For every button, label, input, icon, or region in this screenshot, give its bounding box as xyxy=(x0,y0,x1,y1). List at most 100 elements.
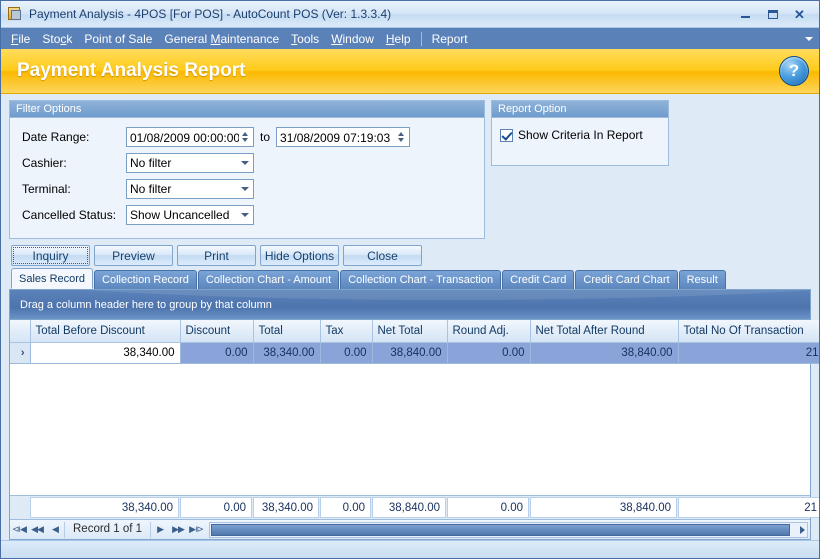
column-header-tax[interactable]: Tax xyxy=(320,320,373,343)
tab-sales-record[interactable]: Sales Record xyxy=(11,268,94,289)
menu-separator xyxy=(420,31,422,46)
column-header-total-no-of-transaction[interactable]: Total No Of Transaction xyxy=(678,320,819,343)
show-criteria-row[interactable]: Show Criteria In Report xyxy=(492,118,668,142)
column-header-round-adj[interactable]: Round Adj. xyxy=(447,320,531,343)
table-cell[interactable]: 21 xyxy=(678,342,819,364)
column-header-total-before-discount[interactable]: Total Before Discount xyxy=(30,320,181,343)
tab-credit-card[interactable]: Credit Card xyxy=(502,270,575,289)
close-report-button[interactable]: Close xyxy=(343,245,422,266)
window-title: Payment Analysis - 4POS [For POS] - Auto… xyxy=(29,7,392,21)
terminal-select[interactable]: No filter xyxy=(126,178,254,199)
application-window: Payment Analysis - 4POS [For POS] - Auto… xyxy=(0,0,820,559)
menu-item-report[interactable]: Report xyxy=(426,30,474,48)
cancelled-status-label: Cancelled Status: xyxy=(22,207,117,222)
tab-collection-record[interactable]: Collection Record xyxy=(94,270,197,289)
horizontal-scrollbar[interactable] xyxy=(209,521,808,538)
chevron-down-icon[interactable] xyxy=(237,206,253,224)
spinner-down-icon[interactable] xyxy=(398,137,405,142)
chevron-down-icon[interactable] xyxy=(805,36,813,41)
summary-cell: 0.00 xyxy=(447,497,529,518)
data-grid: Drag a column header here to group by th… xyxy=(9,289,819,540)
spinner-up-icon[interactable] xyxy=(242,131,248,136)
group-by-panel[interactable]: Drag a column header here to group by th… xyxy=(10,290,810,320)
previous-page-button[interactable]: ◀◀ xyxy=(28,521,46,539)
menu-item-help[interactable]: Help xyxy=(380,30,417,48)
next-record-button[interactable]: ▶ xyxy=(151,521,169,539)
minimize-button[interactable] xyxy=(732,4,759,25)
column-header-discount[interactable]: Discount xyxy=(180,320,254,343)
menu-bar: File Stock Point of Sale General Mainten… xyxy=(1,28,819,49)
table-row[interactable]: › 38,340.00 0.00 38,340.00 0.00 38,840.00 0.00… xyxy=(10,342,819,364)
table-cell[interactable]: 0.00 xyxy=(180,342,254,364)
cancelled-status-select[interactable]: Show Uncancelled xyxy=(126,204,254,225)
summary-cell: 0.00 xyxy=(320,497,371,518)
scrollbar-thumb[interactable] xyxy=(211,523,790,536)
cashier-value: No filter xyxy=(130,155,172,170)
table-cell[interactable]: 38,840.00 xyxy=(372,342,448,364)
tab-collection-chart-amount[interactable]: Collection Chart - Amount xyxy=(197,270,340,289)
date-to-input[interactable]: 31/08/2009 07:19:03 xyxy=(276,126,411,147)
grid-body: › 38,340.00 0.00 38,340.00 0.00 38,840.00 0.00… xyxy=(10,342,819,364)
column-header-total[interactable]: Total xyxy=(253,320,321,343)
close-button[interactable]: ✕ xyxy=(786,4,813,25)
menu-item-window[interactable]: Window xyxy=(325,30,380,48)
status-bar xyxy=(1,540,819,558)
title-bar: Payment Analysis - 4POS [For POS] - Auto… xyxy=(1,1,819,28)
table-cell[interactable]: 0.00 xyxy=(447,342,531,364)
date-range-row: Date Range: 01/08/2009 00:00:00 to 31/08… xyxy=(22,126,476,147)
cancelled-status-value: Show Uncancelled xyxy=(130,207,230,222)
tab-credit-card-chart[interactable]: Credit Card Chart xyxy=(575,270,678,289)
next-page-button[interactable]: ▶▶ xyxy=(169,521,187,539)
menu-item-point-of-sale[interactable]: Point of Sale xyxy=(78,30,158,48)
grid-empty-space xyxy=(10,363,810,495)
action-button-row: Inquiry Preview Print Hide Options Close xyxy=(11,245,811,266)
hide-options-button[interactable]: Hide Options xyxy=(260,245,339,266)
application-icon xyxy=(7,6,23,22)
menu-item-tools[interactable]: Tools xyxy=(285,30,325,48)
column-header-net-total[interactable]: Net Total xyxy=(372,320,448,343)
summary-cell: 38,340.00 xyxy=(30,497,179,518)
record-navigator: ⧏◀ ◀◀ ◀ Record 1 of 1 ▶ ▶▶ ▶⧐ xyxy=(10,519,810,539)
menu-item-stock[interactable]: Stock xyxy=(36,30,78,48)
first-record-button[interactable]: ⧏◀ xyxy=(10,521,28,539)
table-cell[interactable]: 38,340.00 xyxy=(253,342,321,364)
row-indicator-icon: › xyxy=(10,342,31,364)
show-criteria-checkbox[interactable] xyxy=(500,128,513,142)
table-cell[interactable]: 38,340.00 xyxy=(30,342,181,364)
row-indicator-header xyxy=(10,320,31,343)
chevron-down-icon[interactable] xyxy=(237,154,253,172)
last-record-button[interactable]: ▶⧐ xyxy=(187,521,205,539)
date-from-input[interactable]: 01/08/2009 00:00:00 xyxy=(126,126,254,147)
tab-strip: Sales Record Collection Record Collectio… xyxy=(11,268,811,289)
scroll-right-icon[interactable] xyxy=(800,525,805,534)
tab-result[interactable]: Result xyxy=(678,270,726,289)
date-from-spinner[interactable] xyxy=(239,128,253,146)
cashier-row: Cashier: No filter xyxy=(22,152,476,173)
menu-item-file[interactable]: File xyxy=(5,30,36,48)
summary-cell: 38,840.00 xyxy=(530,497,677,518)
print-button[interactable]: Print xyxy=(177,245,256,266)
cashier-select[interactable]: No filter xyxy=(126,152,254,173)
spinner-up-icon[interactable] xyxy=(398,131,405,136)
date-to-spinner[interactable] xyxy=(395,128,409,146)
chevron-down-icon[interactable] xyxy=(237,180,253,198)
date-range-to-label: to xyxy=(260,129,271,144)
record-count-label: Record 1 of 1 xyxy=(64,521,152,538)
preview-button[interactable]: Preview xyxy=(94,245,173,266)
show-criteria-label: Show Criteria In Report xyxy=(518,128,643,142)
summary-cell: 21 xyxy=(678,497,819,518)
column-header-net-total-after-round[interactable]: Net Total After Round xyxy=(530,320,679,343)
table-cell[interactable]: 0.00 xyxy=(320,342,373,364)
inquiry-button[interactable]: Inquiry xyxy=(11,245,90,266)
spinner-down-icon[interactable] xyxy=(242,137,248,142)
content-area: Filter Options Date Range: 01/08/2009 00… xyxy=(1,94,819,540)
help-icon[interactable]: ? xyxy=(779,56,809,86)
maximize-button[interactable] xyxy=(759,4,786,25)
previous-record-button[interactable]: ◀ xyxy=(46,521,64,539)
summary-cell: 38,840.00 xyxy=(372,497,446,518)
menu-item-general-maintenance[interactable]: General Maintenance xyxy=(158,30,285,48)
date-from-value: 01/08/2009 00:00:00 xyxy=(130,130,239,145)
table-cell[interactable]: 38,840.00 xyxy=(530,342,679,364)
filter-options-caption: Filter Options xyxy=(10,101,484,118)
tab-collection-chart-transaction[interactable]: Collection Chart - Transaction xyxy=(340,270,502,289)
